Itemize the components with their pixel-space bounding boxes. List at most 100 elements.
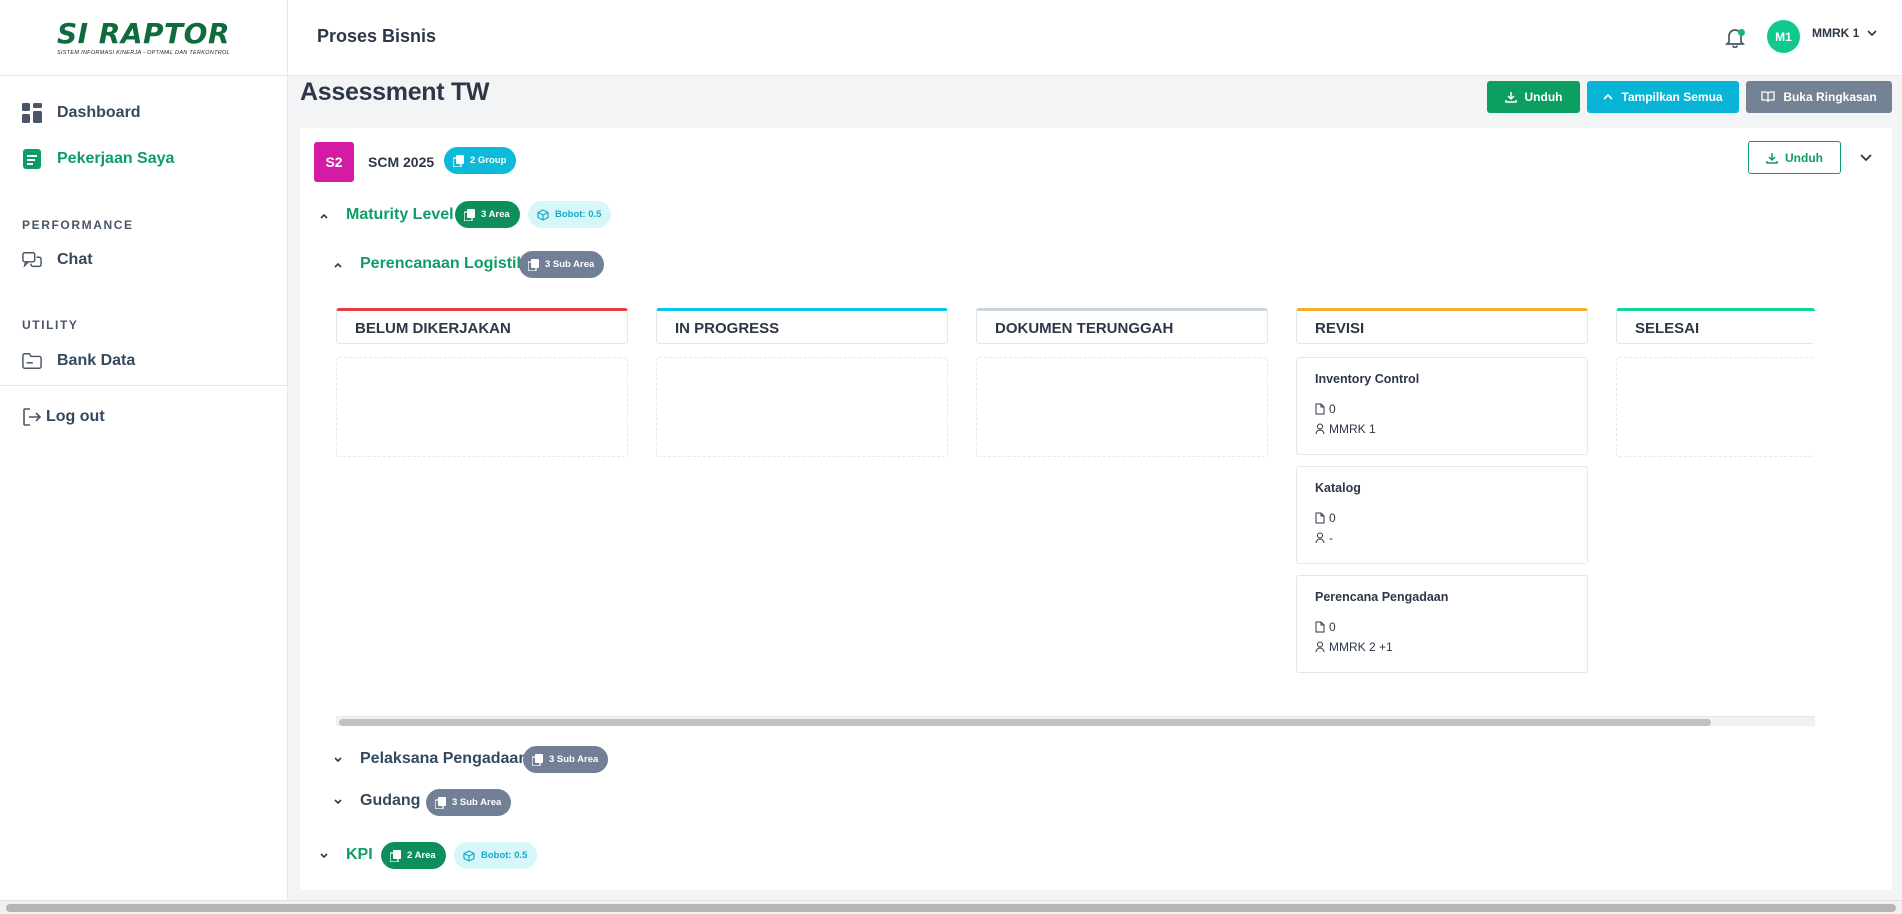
chevron-down-icon[interactable]	[318, 850, 330, 862]
task-assignee: -	[1315, 531, 1333, 545]
page-title: Assessment TW	[300, 78, 490, 106]
area-title-pelaksana-pengadaan[interactable]: Pelaksana Pengadaan	[360, 750, 528, 768]
kanban-dropzone-in-progress[interactable]	[656, 357, 948, 457]
sub-area-count-badge: 3 Sub Area	[426, 789, 512, 816]
book-icon	[1761, 91, 1775, 103]
open-summary-button[interactable]: Buka Ringkasan	[1746, 81, 1892, 113]
task-card[interactable]: Katalog 0 -	[1296, 466, 1588, 564]
document-icon	[1315, 512, 1325, 524]
section-title-utility: UTILITY	[22, 318, 79, 332]
download-button[interactable]: Unduh	[1487, 81, 1580, 113]
sidebar-item-chat[interactable]: Chat	[22, 250, 93, 270]
folder-icon	[22, 351, 42, 371]
task-title: Perencana Pengadaan	[1315, 590, 1449, 604]
show-all-label: Tampilkan Semua	[1621, 90, 1723, 104]
chevron-down-icon[interactable]	[332, 754, 344, 766]
sidebar-item-label: Chat	[57, 251, 93, 268]
kanban-dropzone-selesai[interactable]	[1616, 357, 1815, 457]
user-name: MMRK 1	[1812, 26, 1860, 40]
document-icon	[1315, 403, 1325, 415]
task-card[interactable]: Perencana Pengadaan 0 MMRK 2 +1	[1296, 575, 1588, 673]
chevron-up-icon[interactable]	[318, 210, 330, 222]
user-menu[interactable]: MMRK 1	[1812, 26, 1877, 40]
kanban-dropzone-dokumen-terunggah[interactable]	[976, 357, 1268, 457]
avatar[interactable]: M1	[1767, 20, 1800, 53]
document-icon	[1315, 621, 1325, 633]
sidebar-item-label: Dashboard	[57, 104, 141, 121]
project-badge: S2	[314, 142, 354, 182]
sub-area-count-badge: 3 Sub Area	[519, 251, 605, 278]
kanban-column-belum-dikerjakan: BELUM DIKERJAKAN	[336, 308, 628, 344]
chat-icon	[22, 250, 42, 270]
group-count-badge: 2 Group	[444, 147, 517, 174]
group-count-label: 2 Group	[470, 155, 507, 166]
logout-icon	[22, 407, 42, 427]
user-icon	[1315, 423, 1325, 435]
area-count-badge: 2 Area	[381, 842, 446, 869]
chevron-down-icon[interactable]	[332, 796, 344, 808]
page-horizontal-scrollbar[interactable]	[0, 900, 1902, 914]
copy-icon	[435, 796, 446, 809]
page-section-title: Proses Bisnis	[317, 26, 437, 46]
sub-area-count-label: 3 Sub Area	[545, 259, 595, 270]
kanban-dropzone-belum-dikerjakan[interactable]	[336, 357, 628, 457]
sub-area-count-label: 3 Sub Area	[452, 797, 502, 808]
weight-badge: Bobot: 0.5	[454, 842, 538, 869]
doc-count: 0	[1329, 511, 1336, 525]
assignee-name: -	[1329, 531, 1333, 545]
weight-label: Bobot: 0.5	[481, 850, 528, 861]
logout-button[interactable]: Log out	[22, 407, 105, 427]
task-card[interactable]: Inventory Control 0 MMRK 1	[1296, 357, 1588, 455]
area-count-label: 3 Area	[481, 209, 510, 220]
sub-area-count-label: 3 Sub Area	[549, 754, 599, 765]
level-title-kpi[interactable]: KPI	[346, 846, 373, 864]
download-icon	[1766, 152, 1778, 164]
area-count-badge: 3 Area	[455, 201, 520, 228]
chevron-down-icon[interactable]	[1858, 150, 1874, 166]
download-icon	[1504, 91, 1517, 103]
copy-icon	[532, 753, 543, 766]
sub-area-count-badge: 3 Sub Area	[523, 746, 609, 773]
show-all-button[interactable]: Tampilkan Semua	[1587, 81, 1739, 113]
logout-label: Log out	[46, 408, 105, 425]
topbar: Proses Bisnis M1 MMRK 1	[288, 0, 1902, 76]
sidebar-item-pekerjaan-saya[interactable]: Pekerjaan Saya	[22, 149, 174, 169]
task-doc-count: 0	[1315, 402, 1336, 416]
chevron-down-icon	[1867, 30, 1877, 36]
kanban-column-dokumen-terunggah: DOKUMEN TERUNGGAH	[976, 308, 1268, 344]
copy-icon	[390, 849, 401, 862]
logo-tagline: SISTEM INFORMASI KINERJA - OPTIMAL DAN T…	[56, 49, 230, 56]
sidebar-item-bank-data[interactable]: Bank Data	[22, 351, 135, 371]
sidebar-item-dashboard[interactable]: Dashboard	[22, 103, 141, 123]
area-title-perencanaan-logistik[interactable]: Perencanaan Logistik	[360, 255, 525, 273]
logo[interactable]: SI RAPTOR SISTEM INFORMASI KINERJA - OPT…	[0, 0, 287, 76]
logo-text: SI RAPTOR	[56, 16, 231, 50]
kanban-column-selesai: SELESAI	[1616, 308, 1815, 344]
assignee-name: MMRK 2 +1	[1329, 640, 1393, 654]
area-count-label: 2 Area	[407, 850, 436, 861]
chevron-up-icon[interactable]	[332, 259, 344, 271]
notification-dot	[1738, 29, 1745, 36]
kanban-scrollbar[interactable]	[336, 716, 1815, 726]
kanban-column-in-progress: IN PROGRESS	[656, 308, 948, 344]
user-icon	[1315, 532, 1325, 544]
sidebar-item-label: Bank Data	[57, 352, 136, 369]
copy-icon	[453, 154, 464, 167]
sidebar-divider	[0, 385, 287, 386]
doc-count: 0	[1329, 402, 1336, 416]
chevron-up-icon	[1603, 94, 1613, 100]
assignee-name: MMRK 1	[1329, 422, 1376, 436]
kanban-scrollbar-thumb[interactable]	[339, 719, 1711, 726]
download-label: Unduh	[1524, 90, 1563, 104]
copy-icon	[528, 258, 539, 271]
sidebar-item-label: Pekerjaan Saya	[57, 150, 175, 167]
weight-badge: Bobot: 0.5	[528, 201, 612, 228]
page-scrollbar-thumb[interactable]	[6, 904, 1896, 912]
project-name: SCM 2025	[368, 154, 435, 170]
level-title-maturity[interactable]: Maturity Level	[346, 206, 454, 224]
project-download-button[interactable]: Unduh	[1748, 141, 1841, 174]
task-assignee: MMRK 1	[1315, 422, 1376, 436]
area-title-gudang[interactable]: Gudang	[360, 792, 420, 810]
task-doc-count: 0	[1315, 511, 1336, 525]
doc-count: 0	[1329, 620, 1336, 634]
